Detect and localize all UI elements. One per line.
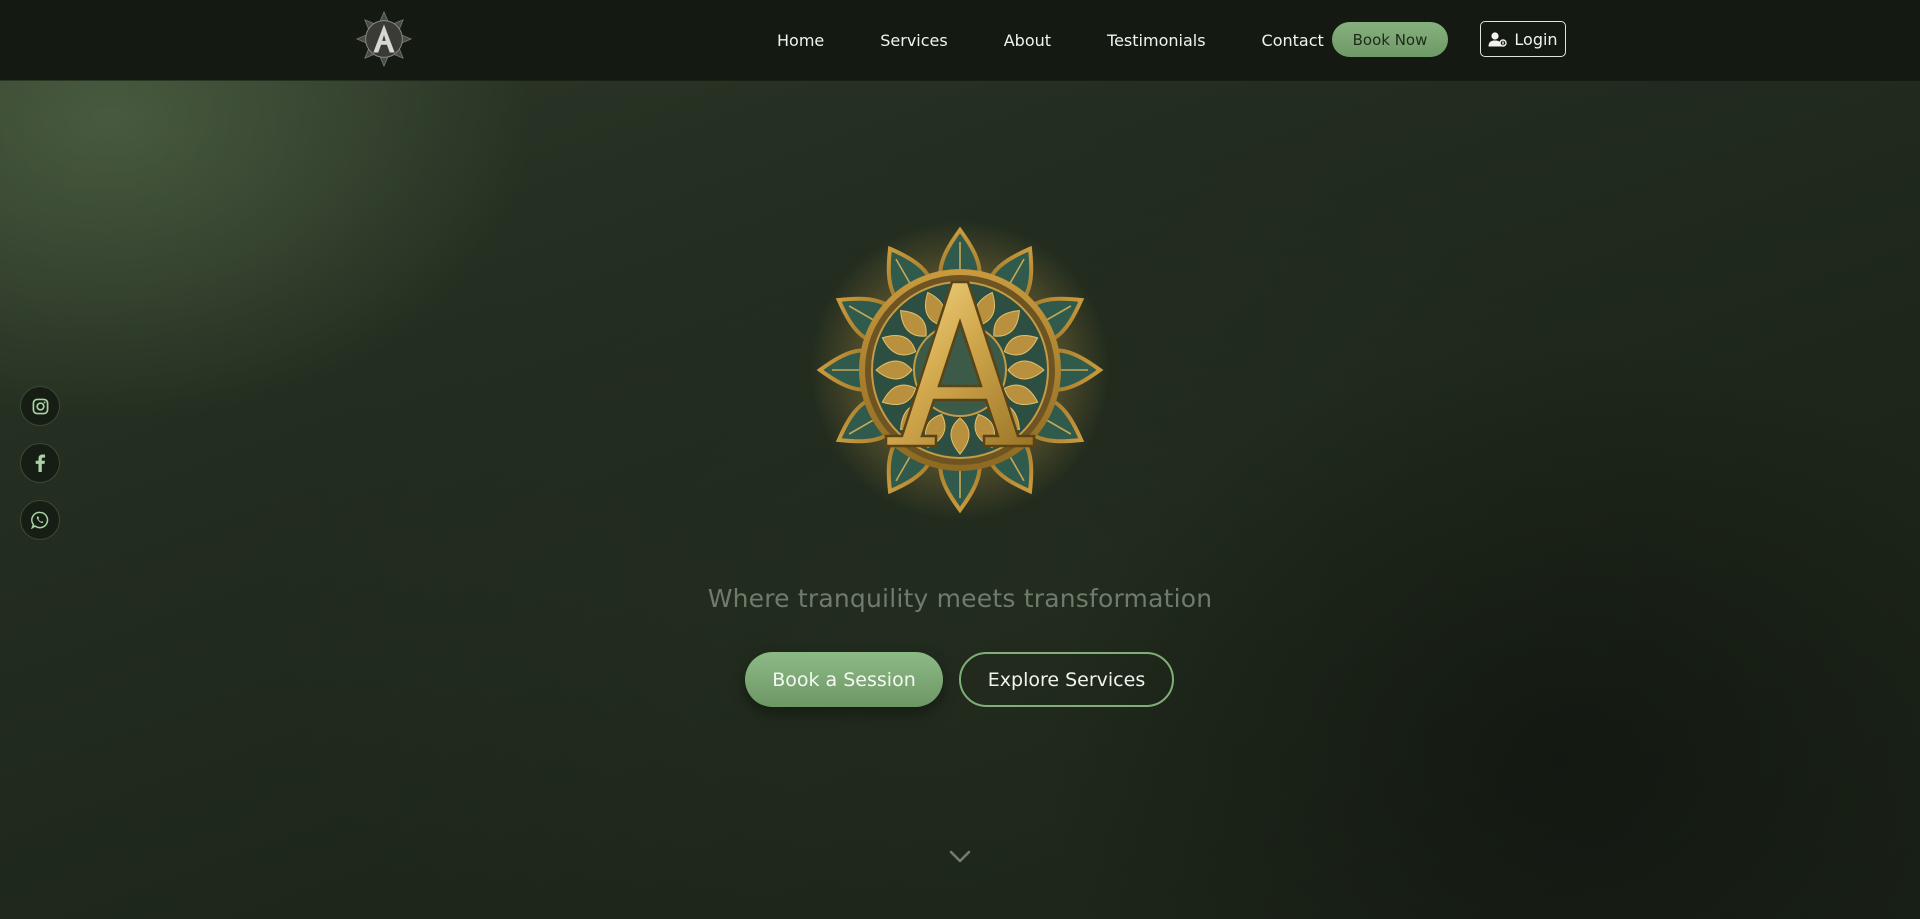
chevron-down-icon[interactable] (946, 842, 974, 870)
book-session-button[interactable]: Book a Session (745, 652, 943, 707)
gold-letter-a-mandala-emblem-icon (810, 220, 1110, 520)
letter-a-mandala-logo-icon[interactable] (355, 10, 413, 68)
nav-services[interactable]: Services (880, 31, 947, 50)
nav-testimonials[interactable]: Testimonials (1107, 31, 1206, 50)
user-icon (1488, 31, 1508, 47)
book-now-button[interactable]: Book Now (1332, 22, 1448, 57)
hero-tagline: Where tranquility meets transformation (707, 584, 1213, 613)
login-label: Login (1514, 29, 1558, 49)
instagram-button[interactable] (20, 386, 60, 426)
social-links (20, 386, 60, 557)
nav-about[interactable]: About (1004, 31, 1051, 50)
site-header: Home Services About Testimonials Contact… (0, 0, 1920, 80)
nav-home[interactable]: Home (777, 31, 824, 50)
whatsapp-icon (31, 511, 49, 529)
instagram-icon (32, 398, 48, 414)
login-button[interactable]: Login (1480, 21, 1566, 57)
explore-services-button[interactable]: Explore Services (959, 652, 1174, 707)
facebook-icon (35, 454, 46, 472)
facebook-button[interactable] (20, 443, 60, 483)
hero-cta-group: Book a Session Explore Services (745, 652, 1174, 707)
nav-contact[interactable]: Contact (1262, 31, 1324, 50)
whatsapp-button[interactable] (20, 500, 60, 540)
main-nav: Home Services About Testimonials Contact (760, 0, 1380, 80)
